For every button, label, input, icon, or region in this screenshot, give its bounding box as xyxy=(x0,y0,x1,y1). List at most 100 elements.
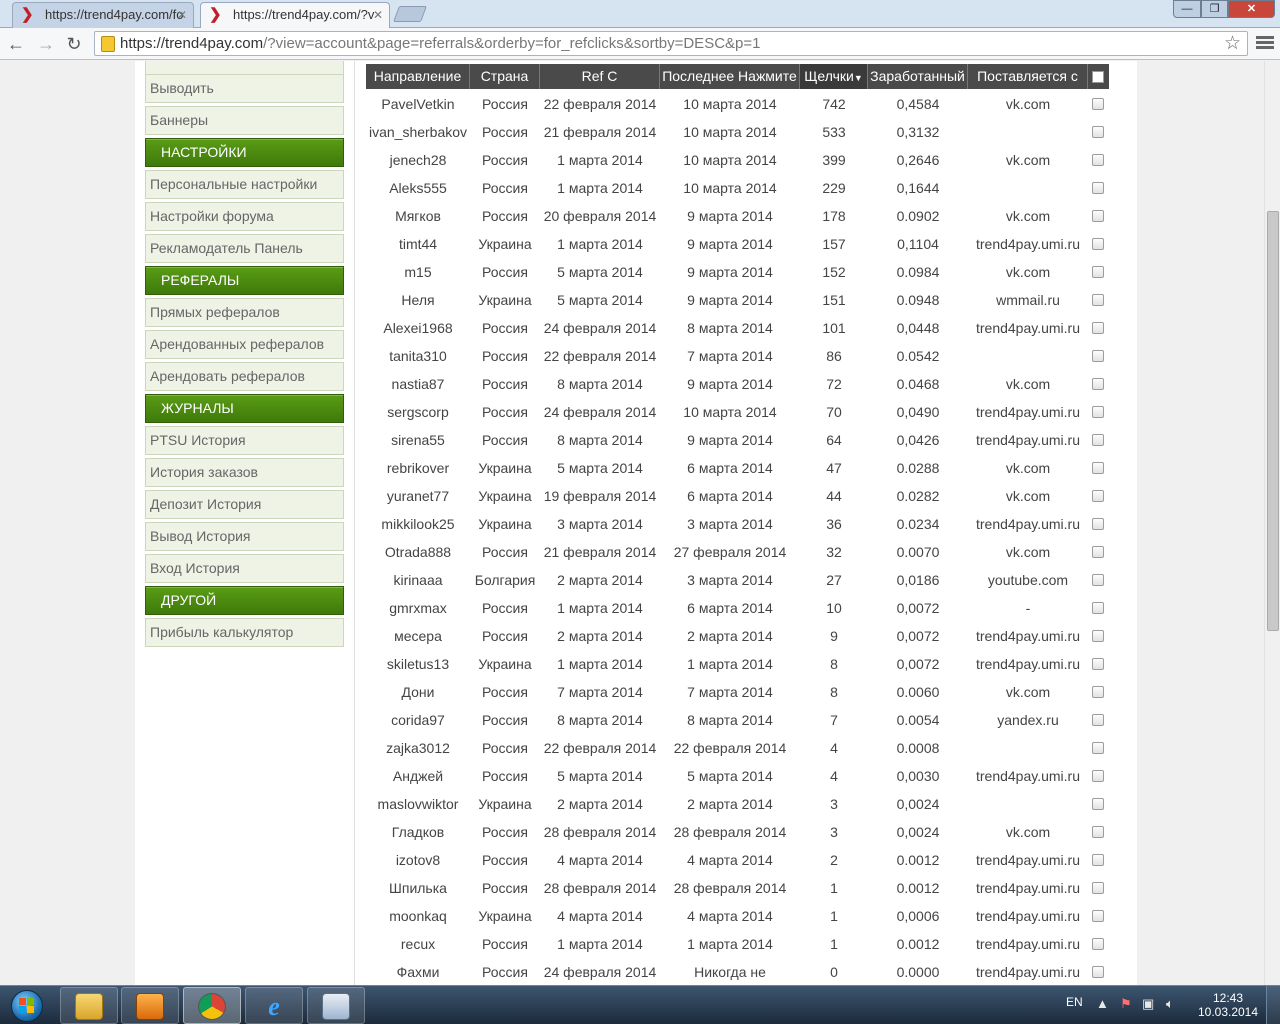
row-checkbox[interactable] xyxy=(1092,98,1104,110)
sidebar-item[interactable]: Рекламодатель Панель xyxy=(145,234,344,263)
column-header[interactable]: Щелчки▼ xyxy=(800,64,868,89)
scrollbar-thumb[interactable] xyxy=(1267,211,1279,631)
row-checkbox[interactable] xyxy=(1092,910,1104,922)
internet-explorer-taskbar-button[interactable]: e xyxy=(245,987,303,1024)
image-viewer-taskbar-button[interactable] xyxy=(307,987,365,1024)
row-checkbox[interactable] xyxy=(1092,630,1104,642)
row-checkbox[interactable] xyxy=(1092,238,1104,250)
sidebar-item[interactable]: Вход История xyxy=(145,554,344,583)
row-checkbox[interactable] xyxy=(1092,490,1104,502)
row-checkbox[interactable] xyxy=(1092,658,1104,670)
source-cell xyxy=(968,342,1088,370)
table-row: rebrikover Украина 5 марта 2014 6 марта 201… xyxy=(366,454,1109,482)
sidebar-item[interactable]: Прямых рефералов xyxy=(145,298,344,327)
menu-icon[interactable] xyxy=(1256,34,1274,52)
sidebar-item[interactable]: Прибыль калькулятор xyxy=(145,618,344,647)
row-checkbox[interactable] xyxy=(1092,322,1104,334)
row-checkbox[interactable] xyxy=(1092,742,1104,754)
sidebar-item[interactable]: Настройки форума xyxy=(145,202,344,231)
row-checkbox[interactable] xyxy=(1092,294,1104,306)
row-checkbox[interactable] xyxy=(1092,406,1104,418)
back-arrow-icon[interactable]: ← xyxy=(4,32,28,56)
sidebar-item[interactable]: PTSU История xyxy=(145,426,344,455)
column-header[interactable]: Страна xyxy=(470,64,540,89)
column-header[interactable]: Направление xyxy=(366,64,470,89)
column-header[interactable]: Ref С xyxy=(540,64,660,89)
clicks-cell: 4 xyxy=(830,768,838,784)
row-checkbox[interactable] xyxy=(1092,854,1104,866)
earned-cell: 0.0012 xyxy=(896,880,940,896)
row-checkbox[interactable] xyxy=(1092,518,1104,530)
tab-close-icon[interactable]: ✕ xyxy=(373,3,383,27)
row-checkbox[interactable] xyxy=(1092,574,1104,586)
row-checkbox[interactable] xyxy=(1092,938,1104,950)
tab-inactive[interactable]: ❯ https://trend4pay.com/fo ✕ xyxy=(12,2,194,28)
row-checkbox[interactable] xyxy=(1092,714,1104,726)
row-checkbox[interactable] xyxy=(1092,602,1104,614)
row-checkbox[interactable] xyxy=(1092,546,1104,558)
row-checkbox[interactable] xyxy=(1092,770,1104,782)
row-checkbox[interactable] xyxy=(1092,826,1104,838)
referral-country-cell: Россия xyxy=(482,208,528,224)
sidebar-item[interactable]: Депозит История xyxy=(145,490,344,519)
minimize-button[interactable]: — xyxy=(1173,0,1201,18)
sidebar-item[interactable]: Арендовать рефералов xyxy=(145,362,344,391)
new-tab-button[interactable] xyxy=(393,6,427,22)
select-all-checkbox[interactable] xyxy=(1092,71,1104,83)
action-center-flag-icon[interactable]: ⚑ xyxy=(1120,996,1132,1012)
clock[interactable]: 12:43 10.03.2014 xyxy=(1196,986,1260,1024)
column-header[interactable]: Поставляется с xyxy=(968,64,1088,89)
last-click-cell: 22 февраля 2014 xyxy=(673,740,787,756)
row-checkbox[interactable] xyxy=(1092,798,1104,810)
row-checkbox[interactable] xyxy=(1092,882,1104,894)
explorer-taskbar-button[interactable] xyxy=(60,987,118,1024)
row-checkbox[interactable] xyxy=(1092,266,1104,278)
referral-country-cell: Россия xyxy=(482,852,528,868)
sidebar-item[interactable]: Баннеры xyxy=(145,106,344,135)
tab-active[interactable]: ❯ https://trend4pay.com/?v ✕ xyxy=(200,2,390,29)
show-hidden-icons-icon[interactable]: ▲ xyxy=(1096,996,1109,1011)
forward-arrow-icon[interactable]: → xyxy=(34,32,58,56)
close-window-button[interactable]: ✕ xyxy=(1228,0,1275,18)
maximize-button[interactable]: ❐ xyxy=(1201,0,1228,18)
sidebar-item[interactable]: Вывод История xyxy=(145,522,344,551)
sidebar-item[interactable]: Арендованных рефералов xyxy=(145,330,344,359)
reload-icon[interactable]: ↻ xyxy=(62,32,86,56)
network-icon[interactable]: ▣ xyxy=(1142,996,1154,1012)
source-cell: vk.com xyxy=(1005,96,1051,112)
page-scrollbar[interactable] xyxy=(1264,61,1280,985)
sidebar-section-header[interactable]: ДРУГОЙ xyxy=(145,586,344,615)
start-button[interactable] xyxy=(4,987,50,1024)
row-checkbox[interactable] xyxy=(1092,126,1104,138)
row-checkbox[interactable] xyxy=(1092,154,1104,166)
row-checkbox[interactable] xyxy=(1092,182,1104,194)
row-checkbox[interactable] xyxy=(1092,966,1104,978)
row-checkbox[interactable] xyxy=(1092,462,1104,474)
referral-country-cell: Украина xyxy=(478,656,532,672)
earned-cell: 0,0006 xyxy=(896,908,940,924)
language-indicator[interactable]: EN xyxy=(1066,986,1083,1024)
sidebar-item[interactable]: Персональные настройки xyxy=(145,170,344,199)
row-checkbox[interactable] xyxy=(1092,686,1104,698)
row-checkbox[interactable] xyxy=(1092,434,1104,446)
sidebar-section-header[interactable]: ЖУРНАЛЫ xyxy=(145,394,344,423)
chrome-taskbar-button[interactable] xyxy=(183,987,241,1024)
sidebar-item[interactable]: История заказов xyxy=(145,458,344,487)
media-player-taskbar-button[interactable] xyxy=(121,987,179,1024)
show-desktop-button[interactable] xyxy=(1266,986,1280,1024)
column-header[interactable]: Заработанный xyxy=(868,64,968,89)
sidebar-section-header[interactable]: НАСТРОЙКИ xyxy=(145,138,344,167)
row-checkbox[interactable] xyxy=(1092,350,1104,362)
bookmark-star-icon[interactable]: ☆ xyxy=(1224,32,1241,55)
referral-since-cell: 4 марта 2014 xyxy=(557,852,643,868)
address-bar[interactable]: https://trend4pay.com/?view=account&page… xyxy=(94,31,1248,56)
row-checkbox[interactable] xyxy=(1092,210,1104,222)
browser-toolbar: ← → ↻ https://trend4pay.com/?view=accoun… xyxy=(0,28,1280,60)
tab-close-icon[interactable]: ✕ xyxy=(177,3,187,27)
sidebar-section-header[interactable]: РЕФЕРАЛЫ xyxy=(145,266,344,295)
column-header[interactable]: Последнее Нажмите xyxy=(660,64,800,89)
lock-warning-icon[interactable] xyxy=(101,36,115,52)
volume-icon[interactable]: 🔈︎ xyxy=(1166,996,1174,1012)
row-checkbox[interactable] xyxy=(1092,378,1104,390)
sidebar-item[interactable]: Выводить xyxy=(145,74,344,103)
